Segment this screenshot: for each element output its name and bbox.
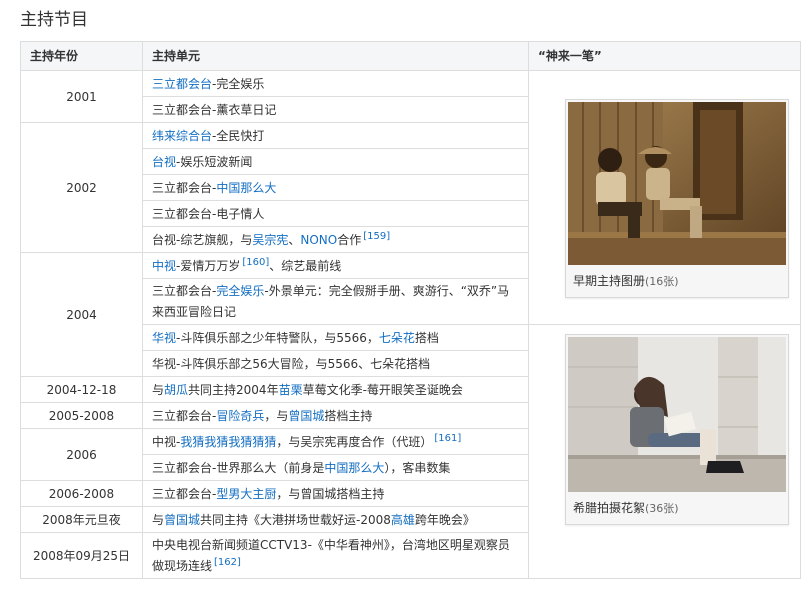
program-cell: 三立都会台-完全娱乐 bbox=[142, 70, 529, 97]
year-cell: 2004-12-18 bbox=[20, 376, 143, 403]
program-cell: 三立都会台-冒险奇兵，与曾国城搭档主持 bbox=[142, 402, 529, 429]
program-text: 与 bbox=[152, 512, 165, 527]
program-text: 三立都会台-世界那么大（前身是 bbox=[152, 460, 325, 475]
album-photo-2[interactable] bbox=[568, 337, 786, 492]
program-cell: 华视-斗阵俱乐部之少年特警队，与5566，七朵花搭档 bbox=[142, 324, 529, 351]
place-link[interactable]: 高雄 bbox=[391, 513, 415, 527]
channel-link[interactable]: 华视 bbox=[152, 331, 176, 345]
program-cell: 中视-我猜我猜我猜猜猜，与吴宗宪再度合作（代班） [161] bbox=[142, 428, 529, 455]
person-link[interactable]: 吴宗宪 bbox=[252, 233, 288, 247]
program-text: 合作 bbox=[337, 232, 362, 247]
photo-album-2[interactable]: 希腊拍摄花絮(36张) bbox=[565, 334, 789, 525]
program-link[interactable]: 我猜我猜我猜猜猜 bbox=[180, 435, 276, 449]
table-row: 2001 三立都会台-完全娱乐 早期主持图册(16张) bbox=[20, 70, 801, 325]
program-text: -斗阵俱乐部之少年特警队，与5566， bbox=[176, 330, 379, 345]
program-text: 中视- bbox=[152, 434, 181, 449]
program-text: 与 bbox=[152, 382, 165, 397]
album-photo-1[interactable] bbox=[568, 102, 786, 265]
program-text: 跨年晚会》 bbox=[414, 512, 475, 527]
citation-link[interactable]: [162] bbox=[214, 557, 241, 568]
program-cell: 三立都会台-电子情人 bbox=[142, 200, 529, 227]
program-link[interactable]: 中国那么大 bbox=[216, 181, 276, 195]
channel-link[interactable]: 台视 bbox=[152, 155, 176, 169]
program-text: -娱乐短波新闻 bbox=[176, 154, 253, 169]
program-text: -全民快打 bbox=[212, 128, 265, 143]
program-text: 搭档 bbox=[414, 330, 439, 345]
program-text: ，与吴宗宪再度合作（代班） bbox=[276, 434, 433, 449]
program-cell: 三立都会台-完全娱乐-外景单元：完全假掰手册、爽游行、“双乔”马来西亚冒险日记 bbox=[142, 278, 529, 325]
year-cell: 2002 bbox=[20, 122, 143, 253]
year-cell: 2006-2008 bbox=[20, 480, 143, 507]
group-link[interactable]: 七朵花 bbox=[379, 331, 415, 345]
photo-album-1[interactable]: 早期主持图册(16张) bbox=[565, 99, 789, 298]
program-link[interactable]: 完全娱乐 bbox=[216, 284, 264, 298]
channel-link[interactable]: 三立都会台 bbox=[152, 77, 212, 91]
program-cell: 台视-娱乐短波新闻 bbox=[142, 148, 529, 175]
citation-link[interactable]: [160] bbox=[242, 257, 269, 268]
citation-link[interactable]: [159] bbox=[363, 231, 390, 242]
program-text: 三立都会台- bbox=[152, 408, 217, 423]
year-cell: 2008年元旦夜 bbox=[20, 506, 143, 533]
header-gallery: “神来一笔” bbox=[528, 41, 801, 71]
program-text: 三立都会台- bbox=[152, 283, 217, 298]
program-link[interactable]: 中国那么大 bbox=[324, 461, 384, 475]
program-text: ，与曾国城搭档主持 bbox=[276, 486, 385, 501]
program-text: 草莓文化季-莓开眼笑圣诞晚会 bbox=[302, 382, 463, 397]
year-cell: 2001 bbox=[20, 70, 143, 123]
person-link[interactable]: 胡瓜 bbox=[164, 383, 188, 397]
header-program: 主持单元 bbox=[142, 41, 529, 71]
program-cell: 台视-综艺旗舰，与吴宗宪、NONO合作 [159] bbox=[142, 226, 529, 253]
person-link[interactable]: 曾国城 bbox=[164, 513, 200, 527]
year-cell: 2008年09月25日 bbox=[20, 532, 143, 579]
program-text: ，与 bbox=[264, 408, 289, 423]
section-title: 主持节目 bbox=[20, 10, 88, 30]
program-cell: 三立都会台-薰衣草日记 bbox=[142, 96, 529, 123]
program-link[interactable]: 型男大主厨 bbox=[216, 487, 276, 501]
person-link[interactable]: 曾国城 bbox=[288, 409, 324, 423]
gallery-cell-1: 早期主持图册(16张) bbox=[528, 70, 801, 325]
program-text: 中央电视台新闻频道CCTV13-《中华看神州》，台湾地区明星观察员做现场连线 bbox=[152, 537, 510, 573]
program-text: 共同主持2004年 bbox=[188, 382, 279, 397]
program-text: 、 bbox=[288, 232, 301, 247]
program-text: -完全娱乐 bbox=[212, 76, 265, 91]
channel-link[interactable]: 纬来综合台 bbox=[152, 129, 212, 143]
program-cell: 中央电视台新闻频道CCTV13-《中华看神州》，台湾地区明星观察员做现场连线 [1… bbox=[142, 532, 529, 579]
program-cell: 与胡瓜共同主持2004年苗栗草莓文化季-莓开眼笑圣诞晚会 bbox=[142, 376, 529, 403]
album-caption-2: 希腊拍摄花絮(36张) bbox=[566, 492, 788, 524]
year-cell: 2004 bbox=[20, 252, 143, 377]
album-count-1: (16张) bbox=[645, 275, 679, 288]
program-cell: 三立都会台-型男大主厨，与曾国城搭档主持 bbox=[142, 480, 529, 507]
album-caption-1: 早期主持图册(16张) bbox=[566, 265, 788, 297]
program-text: 三立都会台- bbox=[152, 486, 217, 501]
program-cell: 华视-斗阵俱乐部之56大冒险，与5566、七朵花搭档 bbox=[142, 350, 529, 377]
program-cell: 三立都会台-中国那么大 bbox=[142, 174, 529, 201]
program-text: 台视-综艺旗舰，与 bbox=[152, 232, 253, 247]
citation-link[interactable]: [161] bbox=[434, 433, 461, 444]
place-link[interactable]: 苗栗 bbox=[279, 383, 303, 397]
program-text: 共同主持《大港拼场世载好运-2008 bbox=[200, 512, 391, 527]
program-text: 三立都会台- bbox=[152, 180, 217, 195]
album-title-1: 早期主持图册 bbox=[573, 274, 646, 288]
year-cell: 2005-2008 bbox=[20, 402, 143, 429]
table-header-row: 主持年份 主持单元 “神来一笔” bbox=[20, 41, 801, 71]
program-cell: 三立都会台-世界那么大（前身是中国那么大），客串数集 bbox=[142, 454, 529, 481]
program-text: 搭档主持 bbox=[324, 408, 373, 423]
program-text: 、综艺最前线 bbox=[269, 258, 342, 273]
program-cell: 中视-爱情万万岁 [160]、综艺最前线 bbox=[142, 252, 529, 279]
gallery-cell-2: 希腊拍摄花絮(36张) bbox=[528, 324, 801, 579]
hosting-table: 主持年份 主持单元 “神来一笔” 2001 三立都会台-完全娱乐 早期主持图册(… bbox=[20, 41, 801, 579]
channel-link[interactable]: 中视 bbox=[152, 259, 176, 273]
year-cell: 2006 bbox=[20, 428, 143, 481]
person-link[interactable]: NONO bbox=[300, 233, 337, 247]
program-cell: 与曾国城共同主持《大港拼场世载好运-2008高雄跨年晚会》 bbox=[142, 506, 529, 533]
program-text: ），客串数集 bbox=[384, 460, 451, 475]
album-count-2: (36张) bbox=[645, 502, 679, 515]
album-title-2: 希腊拍摄花絮 bbox=[573, 501, 646, 515]
program-text: -爱情万万岁 bbox=[176, 258, 241, 273]
program-cell: 纬来综合台-全民快打 bbox=[142, 122, 529, 149]
header-year: 主持年份 bbox=[20, 41, 143, 71]
program-link[interactable]: 冒险奇兵 bbox=[216, 409, 264, 423]
